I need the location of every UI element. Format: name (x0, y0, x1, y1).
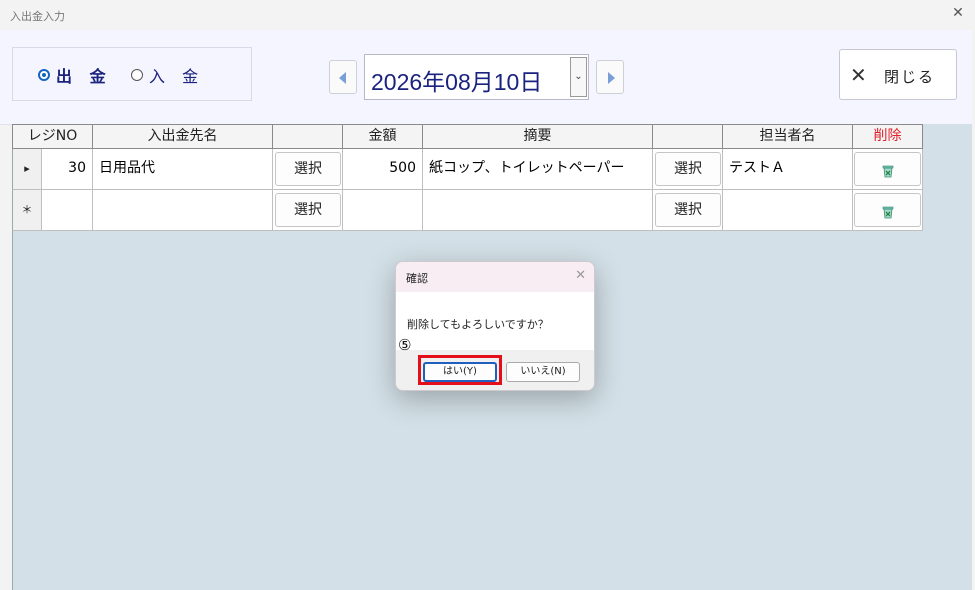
payment-type-group: 出 金 入 金 (12, 47, 252, 101)
dialog-title: 確認 (406, 272, 428, 285)
title-bar: 入出金入力 ✕ (0, 0, 975, 30)
delete-row-button[interactable] (854, 193, 921, 227)
highlight-box (418, 355, 502, 385)
radio-selected-icon (38, 69, 50, 81)
select-counterparty-button[interactable]: 選択 (275, 193, 341, 227)
next-date-button[interactable] (596, 60, 624, 94)
select-summary-button[interactable]: 選択 (655, 152, 721, 186)
triangle-left-icon (339, 72, 346, 84)
select-summary-button[interactable]: 選択 (655, 193, 721, 227)
close-icon: ✕ (850, 63, 867, 87)
close-button[interactable]: ✕ 閉じる (839, 49, 957, 100)
radio-deposit[interactable]: 入 金 (131, 65, 205, 86)
window-close-icon[interactable]: ✕ (949, 4, 967, 22)
header-delete: 削除 (853, 124, 923, 149)
chevron-down-icon[interactable]: ⌄ (570, 57, 587, 97)
step-number-marker: ⑤ (398, 336, 412, 354)
trash-icon (882, 165, 894, 178)
summary-cell[interactable]: 紙コップ、トイレットペーパー (423, 149, 653, 190)
amount-cell[interactable]: 500 (343, 149, 423, 190)
row-selector-new[interactable]: ＊ (12, 190, 42, 231)
summary-cell[interactable] (423, 190, 653, 231)
staff-cell[interactable]: テストＡ (723, 149, 853, 190)
header-counterparty: 入出金先名 (93, 124, 273, 149)
reg-no-cell[interactable]: 30 (42, 149, 93, 190)
date-picker[interactable]: 2026年08月10日 ⌄ (364, 54, 589, 100)
radio-deposit-label: 入 金 (149, 67, 205, 86)
date-value: 2026年08月10日 (371, 69, 543, 95)
close-button-label: 閉じる (884, 68, 936, 86)
counterparty-cell[interactable]: 日用品代 (93, 149, 273, 190)
header-staff: 担当者名 (723, 124, 853, 149)
radio-withdrawal-label: 出 金 (56, 67, 112, 86)
header-amount: 金額 (343, 124, 423, 149)
reg-no-cell[interactable] (42, 190, 93, 231)
dialog-message: 削除してもよろしいですか？ (407, 318, 549, 331)
amount-cell[interactable] (343, 190, 423, 231)
no-button[interactable]: いいえ(N) (506, 362, 580, 382)
header-reg-no: レジNO (12, 124, 93, 149)
prev-date-button[interactable] (329, 60, 357, 94)
top-panel: 出 金 入 金 2026年08月10日 ⌄ ✕ 閉じる (0, 30, 972, 125)
counterparty-cell[interactable] (93, 190, 273, 231)
row-selector[interactable]: ▸ (12, 149, 42, 190)
header-blank-2 (653, 124, 723, 149)
trash-icon (882, 206, 894, 219)
triangle-right-icon (608, 72, 615, 84)
header-blank-1 (273, 124, 343, 149)
staff-cell[interactable] (723, 190, 853, 231)
header-summary: 摘要 (423, 124, 653, 149)
radio-unselected-icon (131, 69, 143, 81)
radio-withdrawal[interactable]: 出 金 (38, 65, 112, 86)
window-title: 入出金入力 (10, 10, 65, 23)
select-counterparty-button[interactable]: 選択 (275, 152, 341, 186)
delete-row-button[interactable] (854, 152, 921, 186)
dialog-close-icon[interactable]: ✕ (575, 268, 586, 283)
